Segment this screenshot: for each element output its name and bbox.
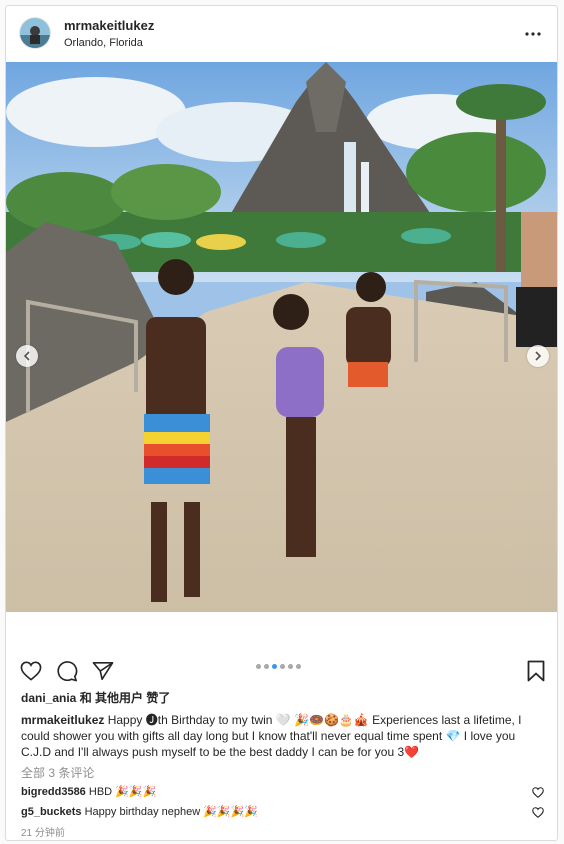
post-actions — [6, 656, 557, 686]
carousel-dot — [256, 664, 261, 669]
carousel-dot-active — [272, 664, 277, 669]
more-dots-icon[interactable] — [519, 20, 547, 48]
post-card: mrmakeitlukez Orlando, Florida dani_ania… — [5, 5, 558, 841]
comment-item: bigredd3586 HBD 🎉🎉🎉 — [21, 785, 526, 798]
caption-username[interactable]: mrmakeitlukez — [21, 713, 104, 727]
comment-username[interactable]: bigredd3586 — [21, 786, 86, 798]
comment-like-heart-icon[interactable] — [531, 805, 545, 819]
carousel-dot — [296, 664, 301, 669]
paper-plane-icon[interactable] — [90, 658, 116, 684]
likes-summary[interactable]: dani_ania 和 其他用户 赞了 — [21, 689, 170, 706]
post-username[interactable]: mrmakeitlukez — [64, 18, 154, 33]
post-timestamp[interactable]: 21 分钟前 — [21, 824, 65, 839]
comment-like-heart-icon[interactable] — [531, 785, 545, 799]
comment-text: Happy birthday nephew 🎉🎉🎉🎉 — [84, 806, 259, 818]
post-photo[interactable] — [6, 62, 557, 612]
carousel-next-button[interactable] — [527, 345, 549, 367]
post-caption: mrmakeitlukez Happy 🅙th Birthday to my t… — [21, 712, 546, 760]
view-all-comments-link[interactable]: 全部 3 条评论 — [21, 764, 94, 781]
carousel-dot — [280, 664, 285, 669]
post-location[interactable]: Orlando, Florida — [64, 37, 143, 49]
comment-item: g5_buckets Happy birthday nephew 🎉🎉🎉🎉 — [21, 805, 526, 818]
comment-text: HBD 🎉🎉🎉 — [88, 786, 157, 798]
carousel-indicator — [256, 664, 301, 669]
avatar[interactable] — [20, 18, 50, 48]
carousel-dot — [264, 664, 269, 669]
heart-icon[interactable] — [18, 658, 44, 684]
carousel-dot — [288, 664, 293, 669]
post-header: mrmakeitlukez Orlando, Florida — [6, 6, 557, 62]
carousel-prev-button[interactable] — [16, 345, 38, 367]
bookmark-icon[interactable] — [523, 658, 549, 684]
comment-bubble-icon[interactable] — [54, 658, 80, 684]
comment-username[interactable]: g5_buckets — [21, 806, 82, 818]
